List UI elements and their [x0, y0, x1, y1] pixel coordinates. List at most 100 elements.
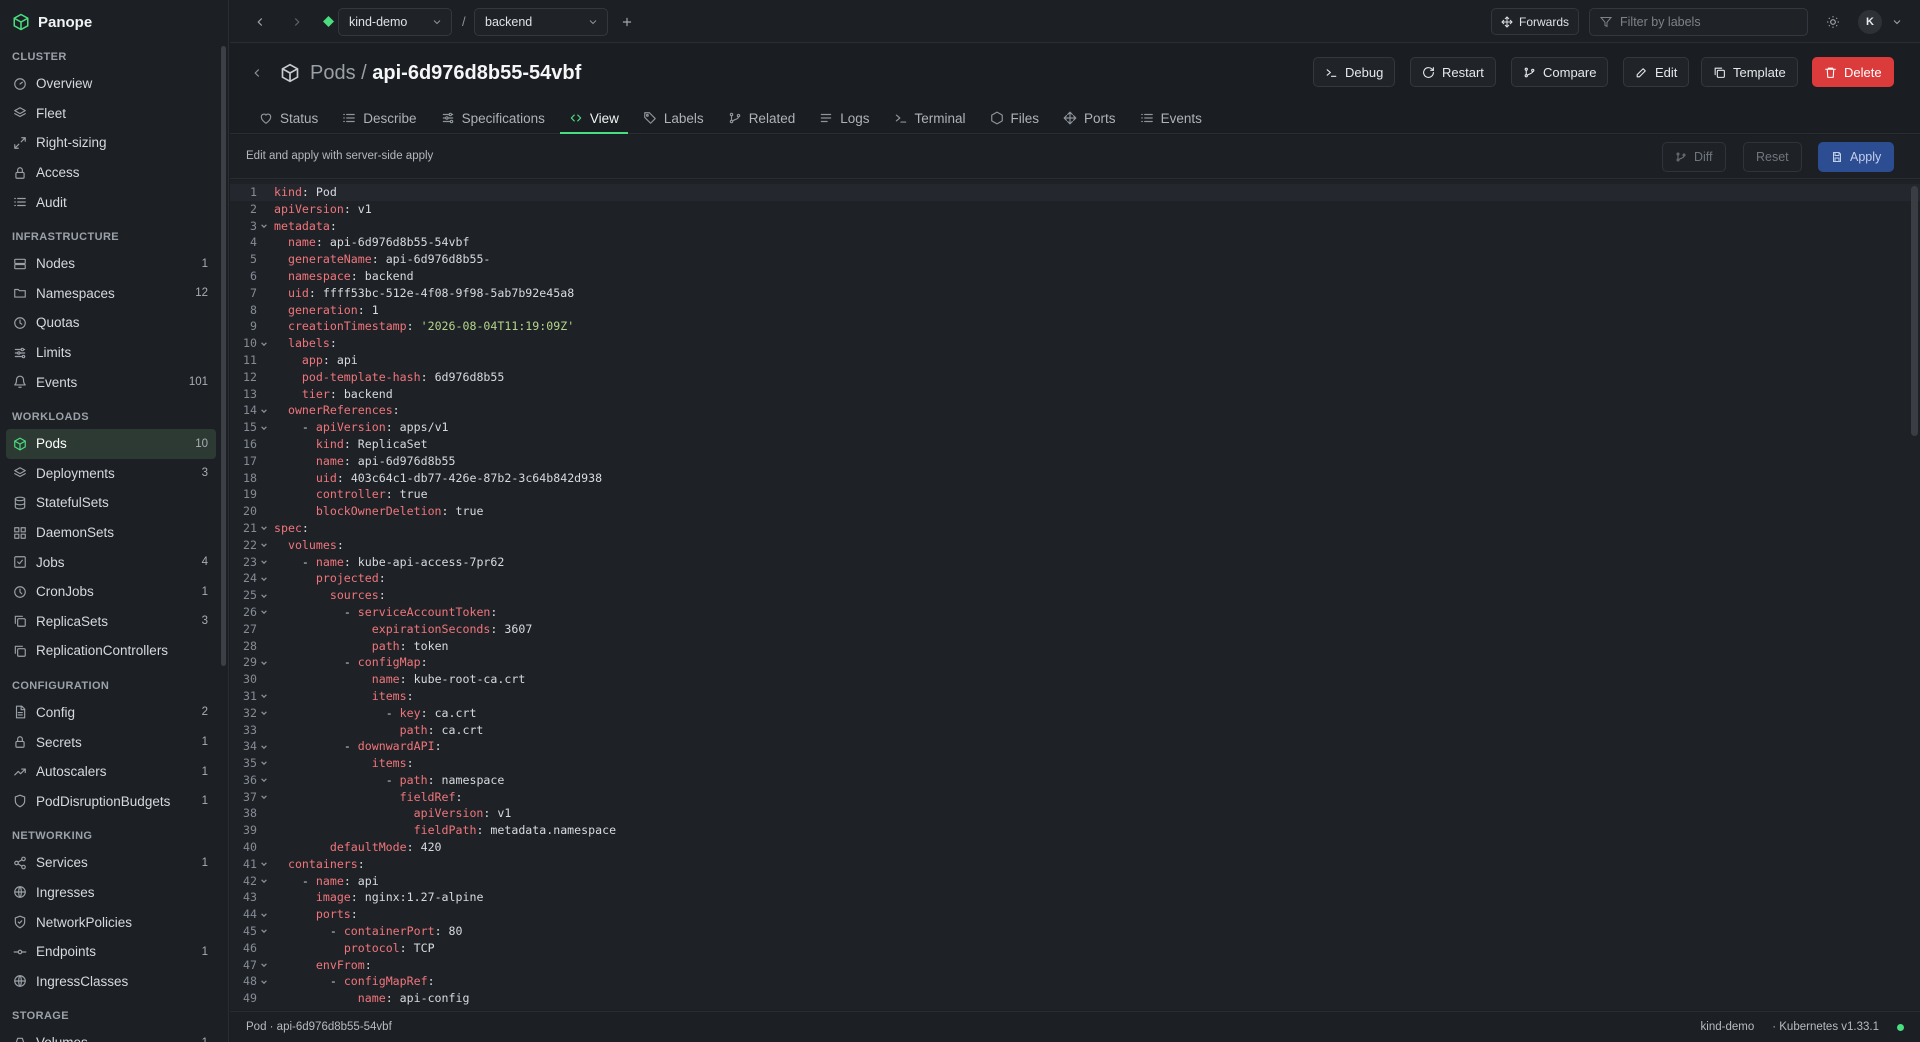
sidebar-item-networkpolicies[interactable]: NetworkPolicies	[6, 907, 216, 937]
fold-chevron-icon[interactable]	[259, 957, 269, 974]
compare-button[interactable]: Compare	[1511, 57, 1609, 87]
tab-files[interactable]: Files	[981, 104, 1049, 134]
fold-chevron-icon[interactable]	[259, 906, 269, 923]
fold-chevron-icon[interactable]	[259, 604, 269, 621]
sidebar-item-ingressclasses[interactable]: IngressClasses	[6, 966, 216, 996]
sidebar-item-right-sizing[interactable]: Right-sizing	[6, 128, 216, 158]
fold-chevron-icon[interactable]	[259, 419, 269, 436]
sidebar-item-deployments[interactable]: Deployments 3	[6, 459, 216, 489]
fold-chevron-icon[interactable]	[259, 738, 269, 755]
fold-chevron-icon[interactable]	[259, 520, 269, 537]
tab-describe[interactable]: Describe	[333, 104, 425, 134]
sidebar-item-autoscalers[interactable]: Autoscalers 1	[6, 757, 216, 787]
sidebar-item-endpoints[interactable]: Endpoints 1	[6, 937, 216, 967]
sidebar-item-fleet[interactable]: Fleet	[6, 99, 216, 129]
sidebar-item-poddisruptionbudgets[interactable]: PodDisruptionBudgets 1	[6, 786, 216, 816]
sidebar-item-namespaces[interactable]: Namespaces 12	[6, 279, 216, 309]
tab-logs[interactable]: Logs	[810, 104, 878, 134]
fold-chevron-icon[interactable]	[259, 856, 269, 873]
fold-chevron-icon[interactable]	[259, 789, 269, 806]
sidebar-item-nodes[interactable]: Nodes 1	[6, 249, 216, 279]
yaml-key: name	[315, 873, 344, 888]
fold-chevron-icon[interactable]	[259, 402, 269, 419]
sidebar-item-pods[interactable]: Pods 10	[6, 428, 216, 459]
yaml-key: protocol	[343, 940, 400, 955]
sidebar-item-events[interactable]: Events 101	[6, 367, 216, 397]
code-line: 18 uid: 403c64c1-db77-426e-87b2-3c64b842…	[230, 470, 1920, 487]
back-button[interactable]	[250, 12, 270, 32]
sidebar-item-replicationcontrollers[interactable]: ReplicationControllers	[6, 636, 216, 666]
fold-chevron-icon[interactable]	[259, 570, 269, 587]
sidebar-item-access[interactable]: Access	[6, 158, 216, 188]
sidebar-item-limits[interactable]: Limits	[6, 338, 216, 368]
yaml-code: path: token	[371, 638, 449, 653]
sidebar-item-config[interactable]: Config 2	[6, 698, 216, 728]
fold-chevron-icon[interactable]	[259, 873, 269, 890]
back-arrow-button[interactable]	[250, 66, 264, 80]
add-tab-button[interactable]	[617, 12, 637, 32]
status-resource: Pod · api-6d976d8b55-54vbf	[246, 1021, 392, 1033]
forward-button[interactable]	[287, 12, 307, 32]
sidebar-item-replicasets[interactable]: ReplicaSets 3	[6, 607, 216, 637]
sidebar-item-secrets[interactable]: Secrets 1	[6, 727, 216, 757]
sidebar-item-services[interactable]: Services 1	[6, 848, 216, 878]
fold-chevron-icon[interactable]	[259, 537, 269, 554]
fold-chevron-icon[interactable]	[259, 755, 269, 772]
restart-button[interactable]: Restart	[1410, 57, 1496, 87]
sidebar-item-quotas[interactable]: Quotas	[6, 308, 216, 338]
fold-chevron-icon[interactable]	[259, 654, 269, 671]
fold-chevron-icon[interactable]	[259, 335, 269, 352]
namespace-select[interactable]: backend	[474, 8, 608, 36]
tab-related[interactable]: Related	[719, 104, 805, 134]
sidebar-item-label: Volumes	[36, 1035, 193, 1042]
brand[interactable]: Panope	[12, 11, 92, 33]
sidebar-scrollbar[interactable]	[221, 46, 226, 666]
sidebar-item-jobs[interactable]: Jobs 4	[6, 547, 216, 577]
delete-button[interactable]: Delete	[1812, 57, 1894, 87]
diff-button[interactable]: Diff	[1662, 142, 1726, 172]
yaml-code: apiVersion: v1	[274, 201, 372, 216]
chevron-down-icon	[587, 16, 599, 28]
fold-chevron-icon[interactable]	[259, 705, 269, 722]
debug-button[interactable]: Debug	[1313, 57, 1396, 87]
label-filter-input[interactable]: Filter by labels	[1589, 8, 1808, 36]
fold-chevron-icon[interactable]	[259, 587, 269, 604]
sidebar-item-label: Jobs	[36, 554, 65, 570]
sidebar-item-audit[interactable]: Audit	[6, 187, 216, 217]
theme-toggle-button[interactable]	[1823, 12, 1843, 32]
fold-chevron-icon[interactable]	[259, 772, 269, 789]
forwards-button[interactable]: Forwards	[1491, 8, 1580, 35]
tab-terminal[interactable]: Terminal	[885, 104, 975, 134]
reset-button[interactable]: Reset	[1743, 142, 1802, 172]
apply-button[interactable]: Apply	[1818, 142, 1895, 172]
hexagon-icon	[990, 111, 1004, 125]
fold-chevron-icon[interactable]	[259, 688, 269, 705]
tab-events[interactable]: Events	[1131, 104, 1211, 134]
sidebar-item-cronjobs[interactable]: CronJobs 1	[6, 577, 216, 607]
sidebar-item-overview[interactable]: Overview	[6, 69, 216, 99]
user-menu-button[interactable]	[1887, 12, 1907, 32]
edit-button[interactable]: Edit	[1623, 57, 1690, 87]
tab-specifications[interactable]: Specifications	[432, 104, 554, 134]
yaml-editor[interactable]: 1 kind: Pod 2 apiVersion: v1 3 metadata: 4 nam…	[230, 180, 1920, 1010]
sidebar-item-count: 1	[201, 585, 208, 598]
sidebar-item-statefulsets[interactable]: StatefulSets	[6, 488, 216, 518]
tab-view[interactable]: View	[559, 104, 628, 134]
tab-ports[interactable]: Ports	[1054, 104, 1125, 134]
sidebar-item-count: 1	[201, 765, 208, 778]
user-avatar[interactable]: K	[1858, 10, 1882, 34]
fold-chevron-icon[interactable]	[259, 923, 269, 940]
tab-status[interactable]: Status	[250, 104, 327, 134]
sidebar-item-volumes[interactable]: Volumes 1	[6, 1028, 216, 1042]
fold-chevron-icon[interactable]	[259, 554, 269, 571]
sidebar-item-daemonsets[interactable]: DaemonSets	[6, 518, 216, 548]
yaml-key: fieldPath	[413, 823, 477, 838]
sidebar-item-ingresses[interactable]: Ingresses	[6, 878, 216, 908]
editor-scrollbar[interactable]	[1911, 186, 1918, 436]
resource-kind[interactable]: Pods	[310, 62, 356, 84]
fold-chevron-icon[interactable]	[259, 218, 269, 235]
template-button[interactable]: Template	[1701, 57, 1798, 87]
cluster-select[interactable]: kind-demo	[338, 8, 452, 36]
tab-labels[interactable]: Labels	[634, 104, 713, 134]
fold-chevron-icon[interactable]	[259, 973, 269, 990]
